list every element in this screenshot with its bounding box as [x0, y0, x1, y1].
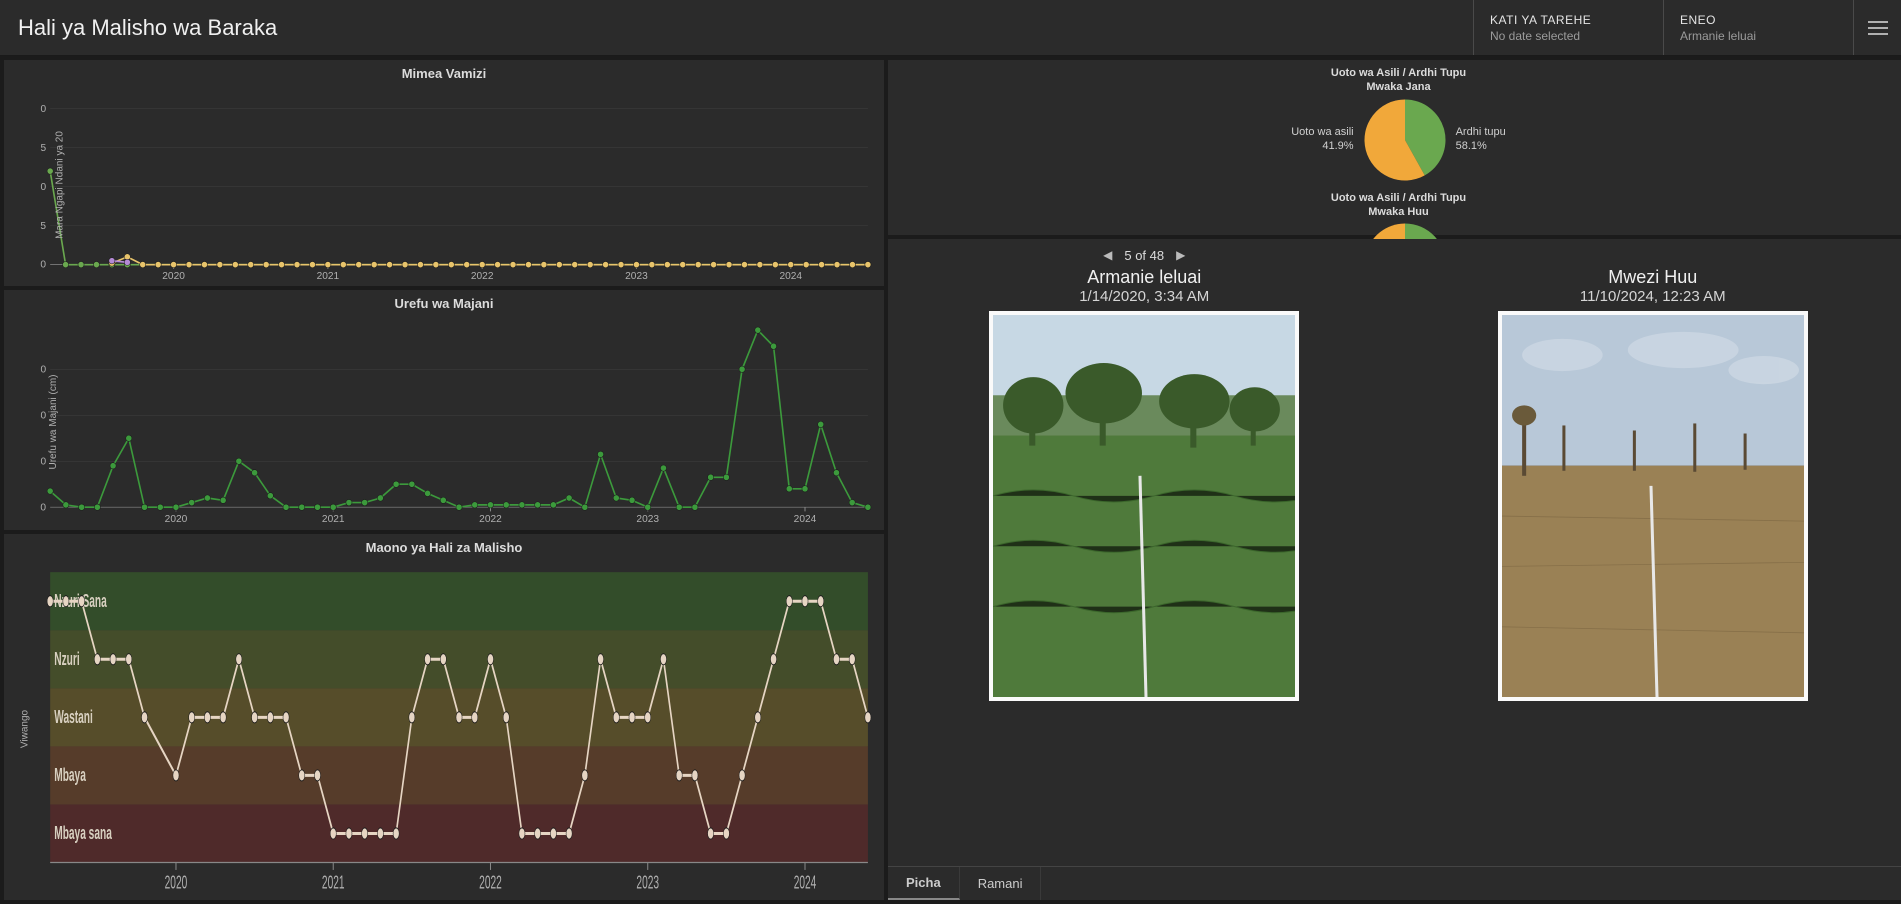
chart-invasive-ylabel: Mara Ngapi Ndani ya 20: [54, 131, 65, 239]
photo-tabs: Picha Ramani: [888, 866, 1901, 900]
svg-text:Nzuri: Nzuri: [54, 649, 79, 670]
pie-left-bare-lbl: Ardhi tupu: [1456, 126, 1506, 140]
chart-grass[interactable]: Urefu wa Majani (cm) 0 20 40 60 2020 2021 2022…: [4, 313, 884, 530]
pager-text: 5 of 48: [1124, 248, 1164, 263]
chart-perception-ylabel: Viwango: [20, 709, 31, 747]
filter-date-label: KATI YA TAREHE: [1490, 13, 1647, 27]
svg-text:2022: 2022: [479, 514, 502, 525]
svg-text:Wastani: Wastani: [54, 707, 93, 728]
svg-text:Mbaya: Mbaya: [54, 765, 86, 786]
svg-text:2023: 2023: [625, 271, 648, 282]
photo-right-title: Mwezi Huu: [1580, 267, 1726, 288]
chart-perception[interactable]: Viwango Mbaya sanaMbayaWastaniNzuriNzuri…: [4, 557, 884, 900]
pie-right-title1: Uoto wa Asili / Ardhi Tupu: [888, 191, 1901, 205]
filter-area-label: ENEO: [1680, 13, 1837, 27]
svg-text:2021: 2021: [322, 872, 345, 893]
pie-last-year[interactable]: Uoto wa Asili / Ardhi Tupu Mwaka Jana Uo…: [888, 60, 1901, 185]
svg-text:2021: 2021: [317, 271, 340, 282]
chart-invasive[interactable]: Mara Ngapi Ndani ya 20 05101520202020212…: [4, 83, 884, 287]
pie-left-bare-pct: 58.1%: [1456, 140, 1506, 154]
page-title: Hali ya Malisho wa Baraka: [0, 0, 1473, 55]
pager-next[interactable]: ▶: [1176, 248, 1185, 262]
svg-text:2023: 2023: [636, 872, 659, 893]
filter-date[interactable]: KATI YA TAREHE No date selected: [1473, 0, 1663, 55]
pie-left-title2: Mwaka Jana: [888, 80, 1901, 94]
svg-text:0: 0: [40, 502, 46, 513]
svg-text:2024: 2024: [794, 514, 817, 525]
filter-area[interactable]: ENEO Armanie leluai: [1663, 0, 1853, 55]
photo-current: Mwezi Huu 11/10/2024, 12:23 AM: [1405, 243, 1901, 862]
photo-left-image[interactable]: [989, 311, 1299, 701]
menu-button[interactable]: [1853, 0, 1901, 55]
photo-right-subtitle: 11/10/2024, 12:23 AM: [1580, 288, 1726, 305]
svg-text:60: 60: [40, 364, 46, 375]
pie-left-veg-lbl: Uoto wa asili: [1291, 126, 1353, 140]
svg-text:20: 20: [40, 456, 46, 467]
pie-right-title2: Mwaka Huu: [888, 205, 1901, 219]
svg-text:40: 40: [40, 410, 46, 421]
chart-perception-title: Maono ya Hali za Malisho: [4, 534, 884, 557]
photo-left-title: Armanie leluai: [1079, 267, 1209, 288]
svg-text:15: 15: [40, 143, 46, 154]
photo-historical: ◀ 5 of 48 ▶ Armanie leluai 1/14/2020, 3:…: [896, 243, 1393, 862]
svg-text:5: 5: [40, 221, 46, 232]
svg-text:2020: 2020: [165, 872, 188, 893]
pie-left-veg-pct: 41.9%: [1291, 140, 1353, 154]
svg-text:2024: 2024: [779, 271, 802, 282]
svg-text:0: 0: [40, 260, 46, 271]
pie-left-title1: Uoto wa Asili / Ardhi Tupu: [888, 66, 1901, 80]
tab-ramani[interactable]: Ramani: [960, 867, 1042, 900]
svg-text:2022: 2022: [471, 271, 494, 282]
svg-text:2022: 2022: [479, 872, 502, 893]
photo-left-subtitle: 1/14/2020, 3:34 AM: [1079, 288, 1209, 305]
photo-right-image[interactable]: [1498, 311, 1808, 701]
svg-text:2023: 2023: [636, 514, 659, 525]
svg-text:2020: 2020: [165, 514, 188, 525]
header: Hali ya Malisho wa Baraka KATI YA TAREHE…: [0, 0, 1901, 56]
svg-text:2024: 2024: [794, 872, 817, 893]
svg-text:2020: 2020: [162, 271, 185, 282]
menu-icon: [1868, 21, 1888, 35]
svg-text:Mbaya sana: Mbaya sana: [54, 823, 112, 844]
chart-grass-title: Urefu wa Majani: [4, 290, 884, 313]
filter-area-value: Armanie leluai: [1680, 29, 1837, 43]
svg-text:20: 20: [40, 104, 46, 115]
svg-text:10: 10: [40, 182, 46, 193]
pager-prev[interactable]: ◀: [1103, 248, 1112, 262]
tab-picha[interactable]: Picha: [888, 867, 960, 900]
filter-date-value: No date selected: [1490, 29, 1647, 43]
svg-text:2021: 2021: [322, 514, 345, 525]
chart-invasive-title: Mimea Vamizi: [4, 60, 884, 83]
chart-grass-ylabel: Urefu wa Majani (cm): [48, 374, 59, 469]
